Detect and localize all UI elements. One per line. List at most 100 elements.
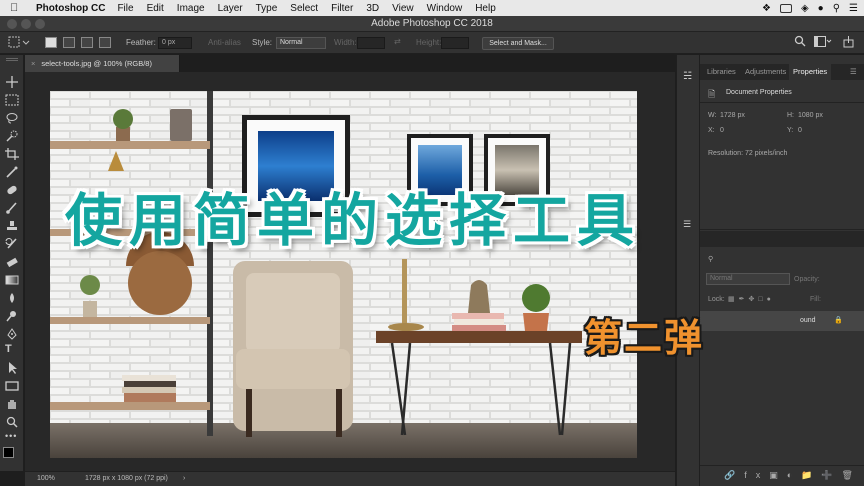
panel-tabs: Libraries Adjustments Properties ☰ [700,64,864,80]
collapsed-panels: ☵ ☰ [676,55,700,486]
style-select[interactable]: Normal [276,37,326,49]
document-properties-icon: 🗎 [708,89,716,99]
layer-lock-icon: 🔒 [834,317,843,324]
swap-dimensions-icon[interactable]: ⇄ [394,37,401,46]
wifi-icon[interactable]: ◈ [801,3,809,14]
opacity-label: Opacity: [794,276,820,283]
menu-file[interactable]: File [117,3,133,14]
options-bar: Feather: 0 px Anti-alias Style: Normal W… [0,32,864,54]
hand-tool-icon[interactable] [5,397,19,409]
lasso-tool-icon[interactable] [5,111,19,124]
crop-tool-icon[interactable] [5,147,19,160]
more-tools-icon[interactable]: ••• [5,431,19,443]
menu-image[interactable]: Image [177,3,205,14]
x-label: X: [708,127,715,134]
mac-menubar:  Photoshop CC File Edit Image Layer Typ… [0,0,864,16]
menu-app-name[interactable]: Photoshop CC [36,3,105,14]
menu-edit[interactable]: Edit [147,3,164,14]
width-input[interactable] [357,37,385,49]
style-label: Style: [252,38,273,47]
feather-label: Feather: [126,38,156,47]
w-value[interactable]: 1728 px [720,112,745,119]
fill-label: Fill: [810,296,821,303]
menu-select[interactable]: Select [290,3,318,14]
foreground-color-swatch[interactable] [3,447,14,458]
rectangle-tool-icon[interactable] [5,379,19,391]
marquee-preset-icon[interactable] [8,36,30,50]
blend-mode-select[interactable]: Normal [706,273,790,285]
menu-layer[interactable]: Layer [218,3,243,14]
tools-panel: T ••• [0,55,24,471]
clone-stamp-tool-icon[interactable] [5,219,19,231]
layer-row-background[interactable]: ound 🔒 [700,311,864,331]
user-icon[interactable]: ● [818,3,824,14]
resolution-text: Resolution: 72 pixels/inch [708,150,788,157]
lock-icons[interactable]: ▦✒✥□● [728,295,775,303]
y-value[interactable]: 0 [798,127,802,134]
dodge-tool-icon[interactable] [5,309,19,322]
panel-menu-icon[interactable]: ☰ [850,67,857,76]
intersect-selection-icon[interactable] [99,37,111,48]
new-selection-icon[interactable] [45,37,57,48]
close-document-icon[interactable]: × [31,59,35,68]
menu-view[interactable]: View [392,3,414,14]
blur-tool-icon[interactable] [5,291,19,303]
zoom-tool-icon[interactable] [5,415,19,428]
brush-tool-icon[interactable] [5,201,19,214]
feather-input[interactable]: 0 px [158,37,192,49]
lock-label: Lock: [708,296,725,303]
y-label: Y: [787,127,794,134]
pen-tool-icon[interactable] [5,327,19,340]
x-value[interactable]: 0 [720,127,724,134]
h-label: H: [787,112,794,119]
menu-3d[interactable]: 3D [366,3,379,14]
subtract-selection-icon[interactable] [81,37,93,48]
move-tool-icon[interactable] [5,75,19,88]
menu-type[interactable]: Type [256,3,278,14]
spotlight-icon[interactable]: ⚲ [833,3,840,14]
menu-filter[interactable]: Filter [331,3,353,14]
document-tab[interactable]: × select-tools.jpg @ 100% (RGB/8) [25,55,180,72]
select-and-mask-button[interactable]: Select and Mask... [482,37,554,50]
apple-icon[interactable]:  [10,2,24,14]
tab-properties[interactable]: Properties [789,64,832,80]
status-arrow-icon[interactable]: › [183,475,185,482]
search-icon[interactable] [794,35,806,49]
width-label: Width: [334,38,357,47]
history-brush-tool-icon[interactable] [5,237,19,249]
document-canvas[interactable] [50,91,637,458]
window-title: Adobe Photoshop CC 2018 [371,18,493,29]
menu-help[interactable]: Help [475,3,496,14]
workspace-icon[interactable] [814,36,832,49]
add-selection-icon[interactable] [63,37,75,48]
marquee-tool-icon[interactable] [5,93,19,106]
dropbox-icon[interactable]: ❖ [762,3,771,14]
w-label: W: [708,112,717,119]
tab-adjustments[interactable]: Adjustments [745,67,786,76]
healing-brush-tool-icon[interactable] [5,183,19,195]
section-title: Document Properties [726,89,792,96]
zoom-level[interactable]: 100% [37,475,55,482]
quick-selection-tool-icon[interactable] [5,129,19,142]
layer-footer-icons[interactable]: 🔗fx▣◐📁➕🗑 [724,470,862,481]
h-value[interactable]: 1080 px [798,112,823,119]
canvas-image [50,91,637,458]
properties-panel: Libraries Adjustments Properties ☰ 🗎 Doc… [700,55,864,486]
height-input[interactable] [441,37,469,49]
document-tab-label: select-tools.jpg @ 100% (RGB/8) [41,59,152,68]
share-icon[interactable] [843,36,854,50]
history-panel-icon[interactable]: ☵ [683,71,692,82]
eyedropper-tool-icon[interactable] [5,165,19,178]
menu-window[interactable]: Window [427,3,463,14]
tab-libraries[interactable]: Libraries [707,67,736,76]
path-selection-tool-icon[interactable] [5,361,19,374]
type-tool-icon[interactable]: T [5,343,19,355]
antialias-checkbox[interactable]: Anti-alias [208,38,241,47]
layer-name: ound [800,317,816,324]
subhead-caption: 第二弹 [584,316,705,360]
status-bar: 100% 1728 px x 1080 px (72 ppi) › [25,471,675,486]
eraser-tool-icon[interactable] [5,255,19,268]
notification-icon[interactable]: ☰ [849,3,858,14]
gradient-tool-icon[interactable] [5,273,19,285]
battery-icon[interactable] [779,3,792,13]
